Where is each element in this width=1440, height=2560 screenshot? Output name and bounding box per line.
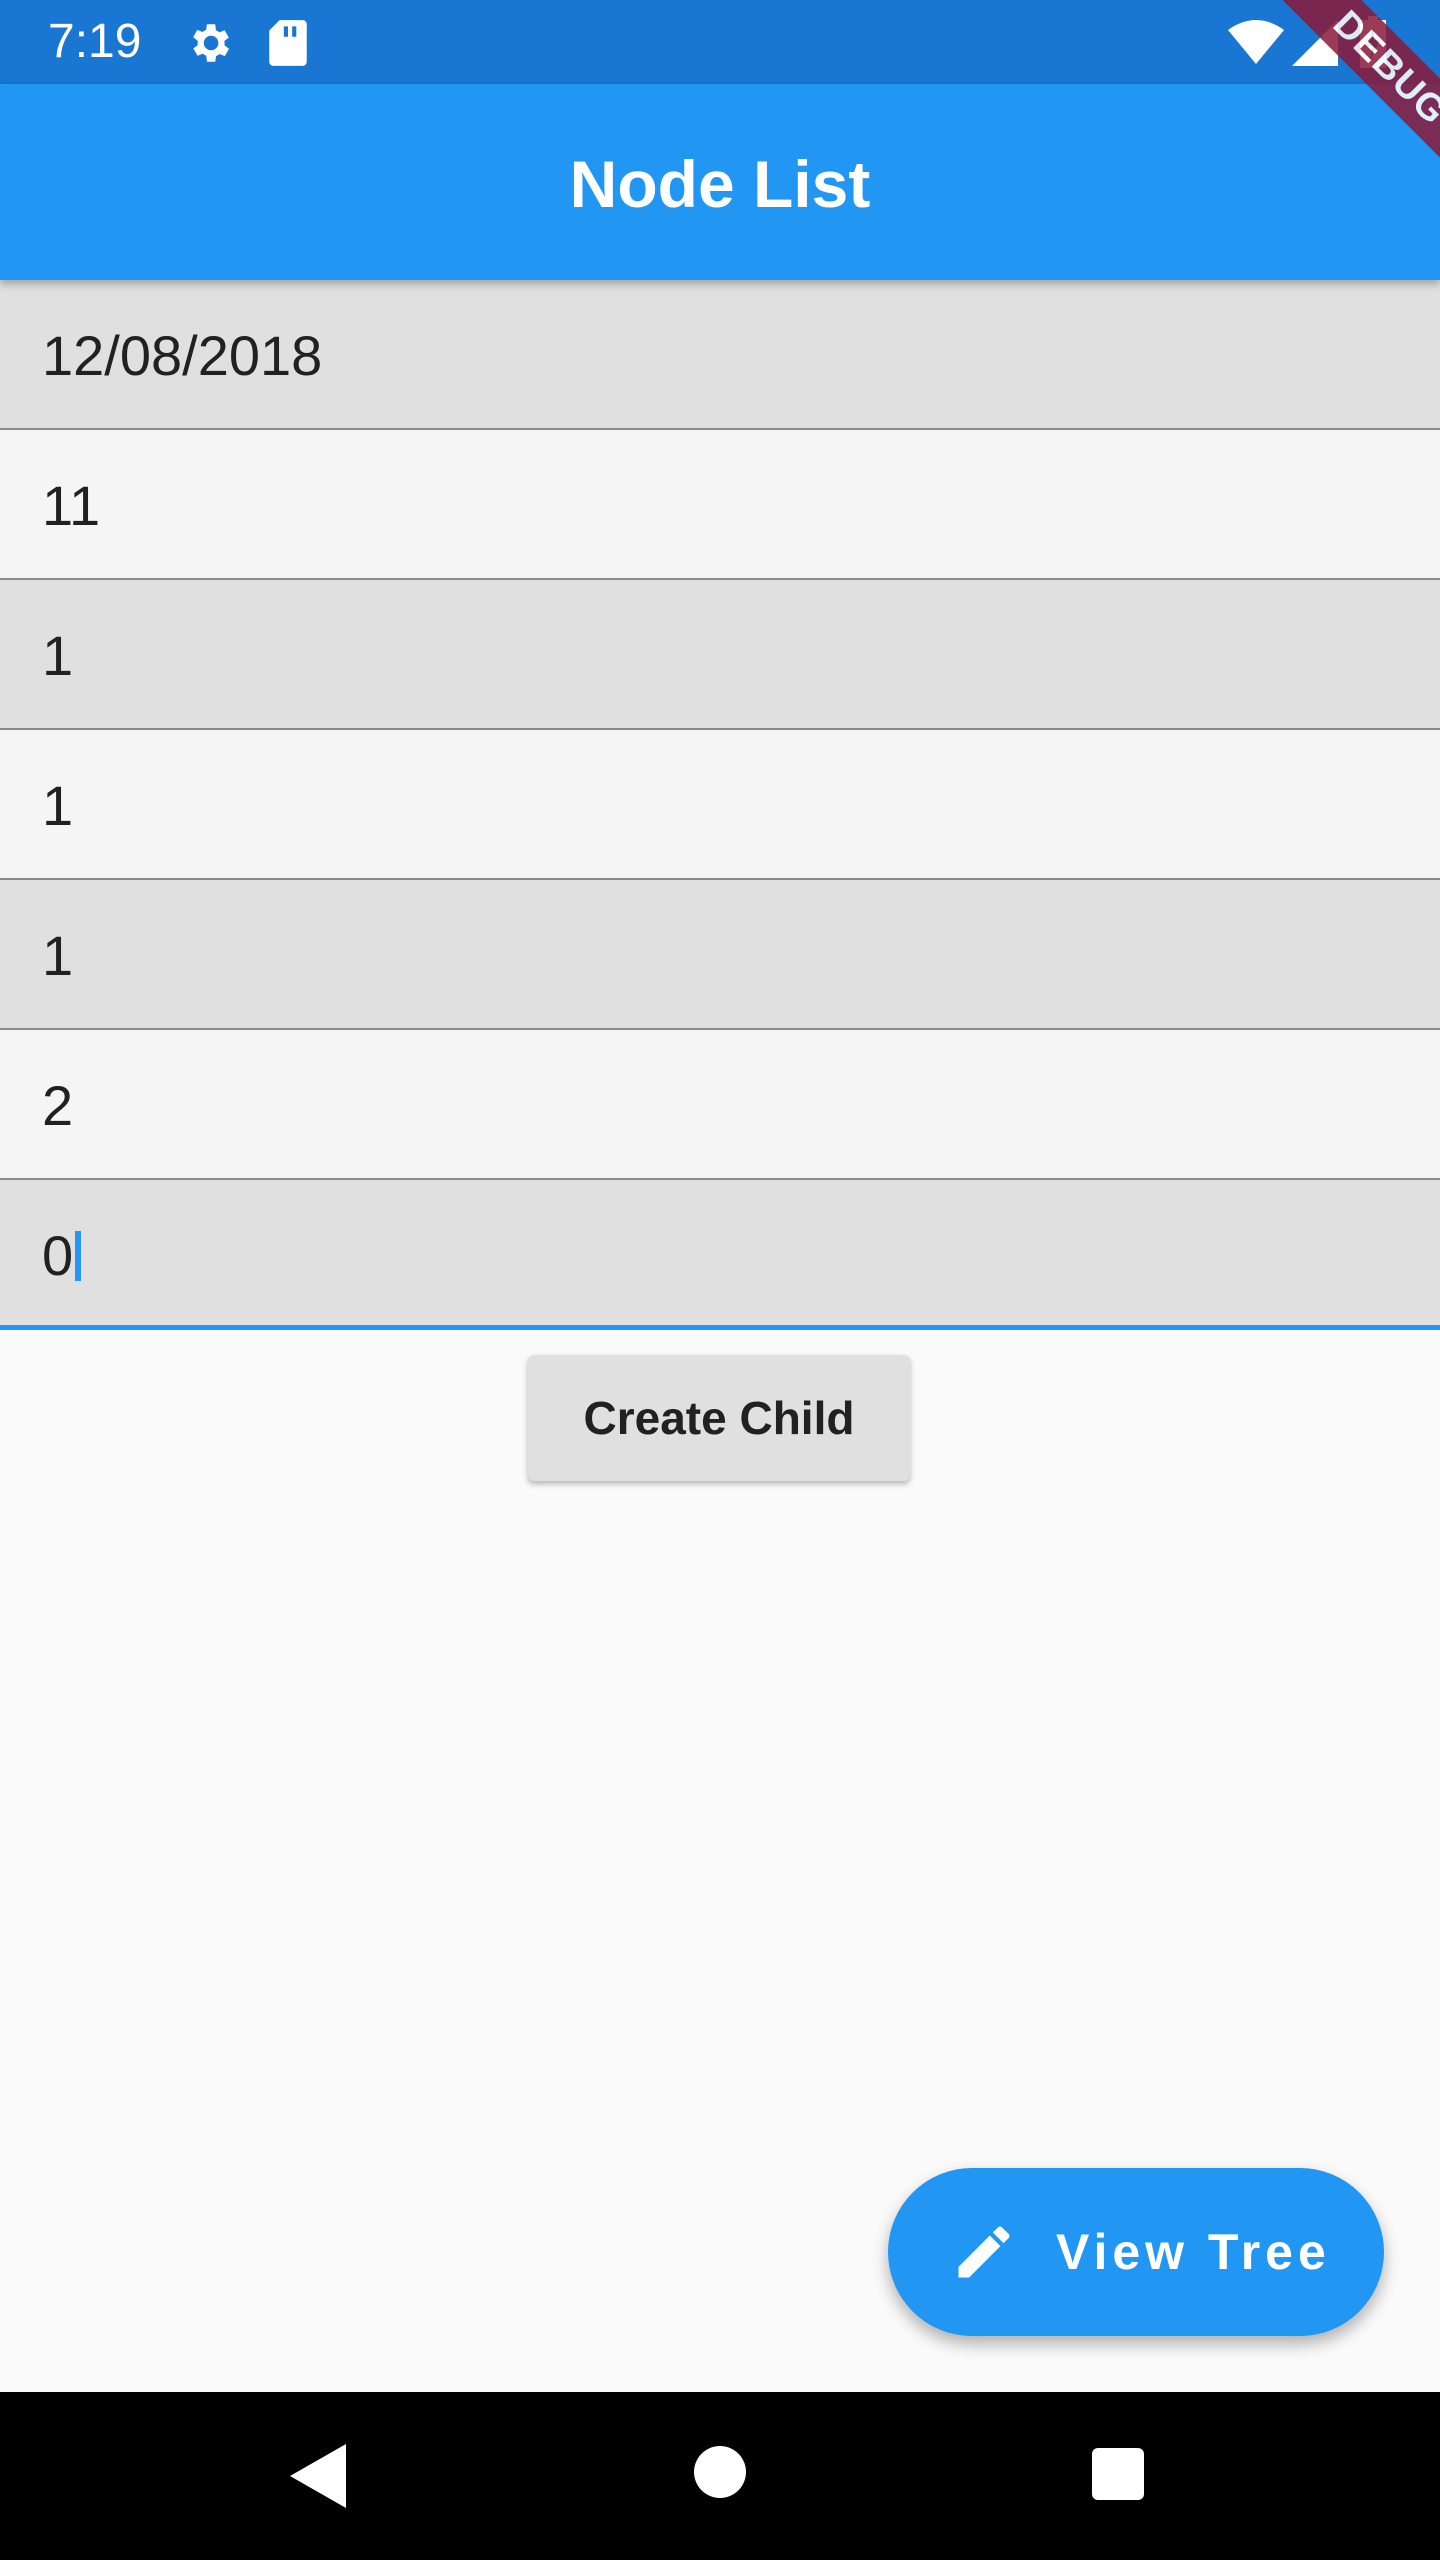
create-child-button[interactable]: Create Child <box>528 1355 910 1481</box>
list-item[interactable]: 11 <box>0 430 1440 580</box>
status-time: 7:19 <box>48 15 142 68</box>
home-icon[interactable] <box>694 2446 746 2503</box>
list-item-value: 1 <box>42 774 74 837</box>
back-icon[interactable] <box>290 2444 346 2513</box>
settings-icon <box>184 18 234 73</box>
page-title: Node List <box>569 147 871 221</box>
sd-card-icon <box>266 18 310 73</box>
list-item[interactable]: 1 <box>0 580 1440 730</box>
list-item[interactable]: 1 <box>0 880 1440 1030</box>
status-bar: 7:19 <box>0 0 1440 84</box>
list-item-value: 1 <box>42 624 74 687</box>
pencil-icon <box>950 2218 1018 2291</box>
app-bar: Node List <box>0 84 1440 280</box>
recents-icon[interactable] <box>1092 2448 1144 2505</box>
child-value-input[interactable]: 0 <box>0 1180 1440 1330</box>
view-tree-button[interactable]: View Tree <box>888 2168 1384 2336</box>
list-item-value: 2 <box>42 1074 74 1137</box>
list-item[interactable]: 12/08/2018 <box>0 280 1440 430</box>
input-content: 0 <box>42 1224 82 1288</box>
node-list: 12/08/2018 11 1 1 1 2 0 <box>0 280 1440 1330</box>
input-value: 0 <box>42 1224 74 1287</box>
navigation-bar <box>0 2392 1440 2560</box>
list-item-value: 11 <box>42 474 101 537</box>
text-cursor <box>75 1231 82 1281</box>
wifi-icon <box>1228 20 1284 69</box>
list-item[interactable]: 2 <box>0 1030 1440 1180</box>
list-item-value: 12/08/2018 <box>42 324 323 387</box>
list-item[interactable]: 1 <box>0 730 1440 880</box>
view-tree-label: View Tree <box>1056 2224 1331 2280</box>
list-item-value: 1 <box>42 924 74 987</box>
